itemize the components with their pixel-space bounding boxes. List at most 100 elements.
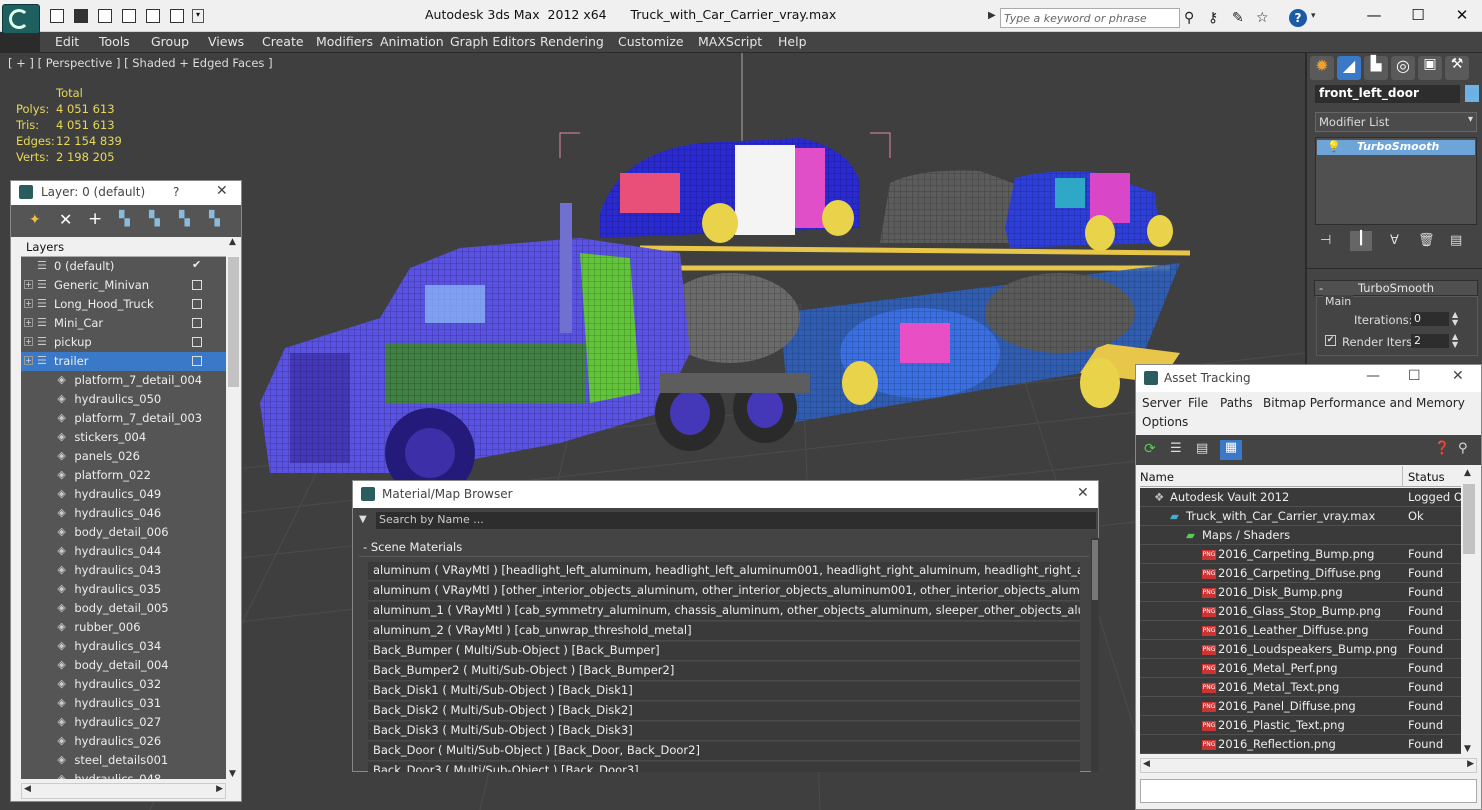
layer-active-checkbox[interactable] — [192, 356, 202, 366]
asset-row[interactable]: ▰ Truck_with_Car_Carrier_vray.max Ok — [1140, 507, 1477, 526]
layer-active-checkbox[interactable] — [192, 280, 202, 290]
expand-icon[interactable]: + — [24, 280, 33, 289]
menu-modifiers[interactable]: Modifiers — [316, 34, 373, 49]
menu-bitmap-performance[interactable]: Bitmap Performance and Memory — [1263, 396, 1465, 410]
search-expand-icon[interactable]: ▶ — [988, 10, 996, 21]
list-view-icon[interactable]: ☰ — [1170, 441, 1182, 456]
highlight-icon[interactable]: ⚲ — [1458, 441, 1468, 456]
asset-row[interactable]: PNG 2016_Carpeting_Bump.png Found — [1140, 545, 1477, 564]
subscription-key-icon[interactable]: ⚷ — [1208, 10, 1218, 26]
layer-active-checkbox[interactable]: ✔ — [192, 258, 202, 271]
modify-tab-icon[interactable]: ◢ — [1337, 56, 1361, 80]
material-scrollbar[interactable] — [1091, 538, 1099, 772]
quick-access-dropdown-icon[interactable]: ▾ — [192, 9, 204, 23]
help-icon[interactable]: ❓ — [1434, 441, 1450, 456]
modifier-turbosmooth[interactable]: 💡 TurboSmooth — [1317, 140, 1475, 155]
layer-row[interactable]: + ☰ Long_Hood_Truck — [21, 295, 226, 314]
layer-row[interactable]: ◈ hydraulics_032 — [21, 675, 226, 694]
menu-rendering[interactable]: Rendering — [540, 34, 604, 49]
asset-row[interactable]: PNG 2016_Reflection.png Found — [1140, 735, 1477, 754]
refresh-icon[interactable]: ⟳ — [1144, 441, 1156, 457]
layer-h-scrollbar[interactable]: ◀ ▶ — [21, 783, 226, 799]
layer-row[interactable]: + ☰ pickup — [21, 333, 226, 352]
menu-group[interactable]: Group — [151, 34, 189, 49]
communication-icon[interactable]: ✎ — [1232, 10, 1244, 26]
layer-row[interactable]: ◈ stickers_004 — [21, 428, 226, 447]
material-row[interactable]: Back_Disk1 ( Multi/Sub-Object ) [Back_Di… — [368, 682, 1080, 701]
asset-row[interactable]: PNG 2016_Metal_Text.png Found — [1140, 678, 1477, 697]
menu-graph-editors[interactable]: Graph Editors — [450, 34, 536, 49]
help-dropdown-icon[interactable]: ▾ — [1311, 11, 1316, 21]
layer-row[interactable]: ◈ platform_022 — [21, 466, 226, 485]
close-icon[interactable]: ✕ — [1452, 368, 1464, 384]
layer-active-checkbox[interactable] — [192, 318, 202, 328]
close-button[interactable]: ✕ — [1448, 4, 1476, 26]
render-iters-spinner[interactable]: 2 — [1411, 334, 1449, 348]
asset-row[interactable]: PNG 2016_Carpeting_Diffuse.png Found — [1140, 564, 1477, 583]
minimize-button[interactable]: — — [1366, 368, 1380, 384]
favorites-star-icon[interactable]: ☆ — [1256, 10, 1269, 26]
render-iters-spin-arrows-icon[interactable]: ▲ ▼ — [1452, 333, 1458, 349]
menu-paths[interactable]: Paths — [1220, 396, 1253, 410]
save-icon[interactable] — [74, 9, 88, 23]
layer-row[interactable]: ◈ panels_026 — [21, 447, 226, 466]
hierarchy-tab-icon[interactable]: ▙ — [1364, 56, 1388, 80]
layer-row[interactable]: ◈ body_detail_004 — [21, 656, 226, 675]
redo-icon[interactable] — [122, 9, 136, 23]
turbosmooth-rollout-header[interactable]: - TurboSmooth — [1314, 280, 1478, 296]
material-row[interactable]: Back_Door ( Multi/Sub-Object ) [Back_Doo… — [368, 742, 1080, 761]
table-view-icon[interactable]: ▦ — [1220, 440, 1242, 460]
material-row[interactable]: aluminum_1 ( VRayMtl ) [cab_symmetry_alu… — [368, 602, 1080, 621]
asset-row[interactable]: PNG 2016_Loudspeakers_Bump.png Found — [1140, 640, 1477, 659]
asset-row[interactable]: PNG 2016_Panel_Diffuse.png Found — [1140, 697, 1477, 716]
display-tab-icon[interactable]: ▣ — [1418, 56, 1442, 80]
material-row[interactable]: Back_Door3 ( Multi/Sub-Object ) [Back_Do… — [368, 762, 1080, 772]
menu-file[interactable]: File — [1188, 396, 1208, 410]
tree-view-icon[interactable]: ▤ — [1196, 441, 1208, 456]
layer-title-bar[interactable]: Layer: 0 (default) ? ✕ — [11, 181, 241, 205]
menu-create[interactable]: Create — [262, 34, 304, 49]
object-color-swatch[interactable] — [1465, 85, 1479, 102]
asset-row[interactable]: ▰ Maps / Shaders — [1140, 526, 1477, 545]
asset-path-field[interactable] — [1140, 779, 1477, 803]
modifier-list-dropdown[interactable]: Modifier List ▾ — [1315, 112, 1477, 132]
material-row[interactable]: aluminum ( VRayMtl ) [headlight_left_alu… — [368, 562, 1080, 581]
layer-row[interactable]: ◈ hydraulics_027 — [21, 713, 226, 732]
layer-tree[interactable]: ☰ 0 (default) ✔ + ☰ Generic_Minivan + ☰ Long_Hoo… — [21, 257, 226, 779]
asset-row[interactable]: PNG 2016_Glass_Stop_Bump.png Found — [1140, 602, 1477, 621]
add-to-layer-icon[interactable]: + — [88, 209, 102, 229]
undo-icon[interactable] — [98, 9, 112, 23]
asset-row[interactable]: ❖ Autodesk Vault 2012 Logged O — [1140, 488, 1477, 507]
layer-row[interactable]: ◈ hydraulics_050 — [21, 390, 226, 409]
scene-materials-header[interactable]: - Scene Materials — [359, 539, 1089, 557]
browser-options-icon[interactable]: ▼ — [359, 514, 367, 525]
fetch-icon[interactable] — [170, 9, 184, 23]
help-icon[interactable]: ? — [1289, 9, 1307, 27]
hold-icon[interactable] — [146, 9, 160, 23]
remove-modifier-icon[interactable]: 🗑 — [1418, 233, 1435, 248]
iterations-spin-arrows-icon[interactable]: ▲ ▼ — [1452, 311, 1458, 327]
minimize-button[interactable]: — — [1360, 4, 1388, 26]
layer-row[interactable]: ◈ hydraulics_046 — [21, 504, 226, 523]
close-icon[interactable]: ✕ — [216, 183, 228, 199]
menu-maxscript[interactable]: MAXScript — [698, 34, 762, 49]
status-column-header[interactable]: Status — [1408, 470, 1445, 484]
material-row[interactable]: aluminum_2 ( VRayMtl ) [cab_unwrap_thres… — [368, 622, 1080, 641]
material-title-bar[interactable]: Material/Map Browser ✕ — [353, 481, 1098, 508]
expand-icon[interactable]: + — [24, 337, 33, 346]
hide-all-icon[interactable]: ▚ — [179, 211, 190, 227]
expand-icon[interactable]: + — [24, 299, 33, 308]
iterations-spinner[interactable]: 0 — [1411, 312, 1449, 326]
create-layer-icon[interactable]: ✦ — [29, 212, 41, 228]
material-row[interactable]: aluminum ( VRayMtl ) [other_interior_obj… — [368, 582, 1080, 601]
help-button[interactable]: ? — [173, 185, 179, 199]
layer-row[interactable]: ◈ hydraulics_031 — [21, 694, 226, 713]
object-name-field[interactable]: front_left_door — [1315, 85, 1460, 103]
layer-row[interactable]: ◈ hydraulics_034 — [21, 637, 226, 656]
freeze-all-icon[interactable]: ▚ — [209, 211, 220, 227]
render-iters-checkbox[interactable]: ✔ — [1325, 335, 1336, 346]
pin-stack-icon[interactable]: ⊣ — [1320, 233, 1331, 248]
asset-row[interactable]: PNG 2016_Plastic_Text.png Found — [1140, 716, 1477, 735]
menu-customize[interactable]: Customize — [618, 34, 684, 49]
create-tab-icon[interactable]: ✹ — [1310, 56, 1334, 80]
